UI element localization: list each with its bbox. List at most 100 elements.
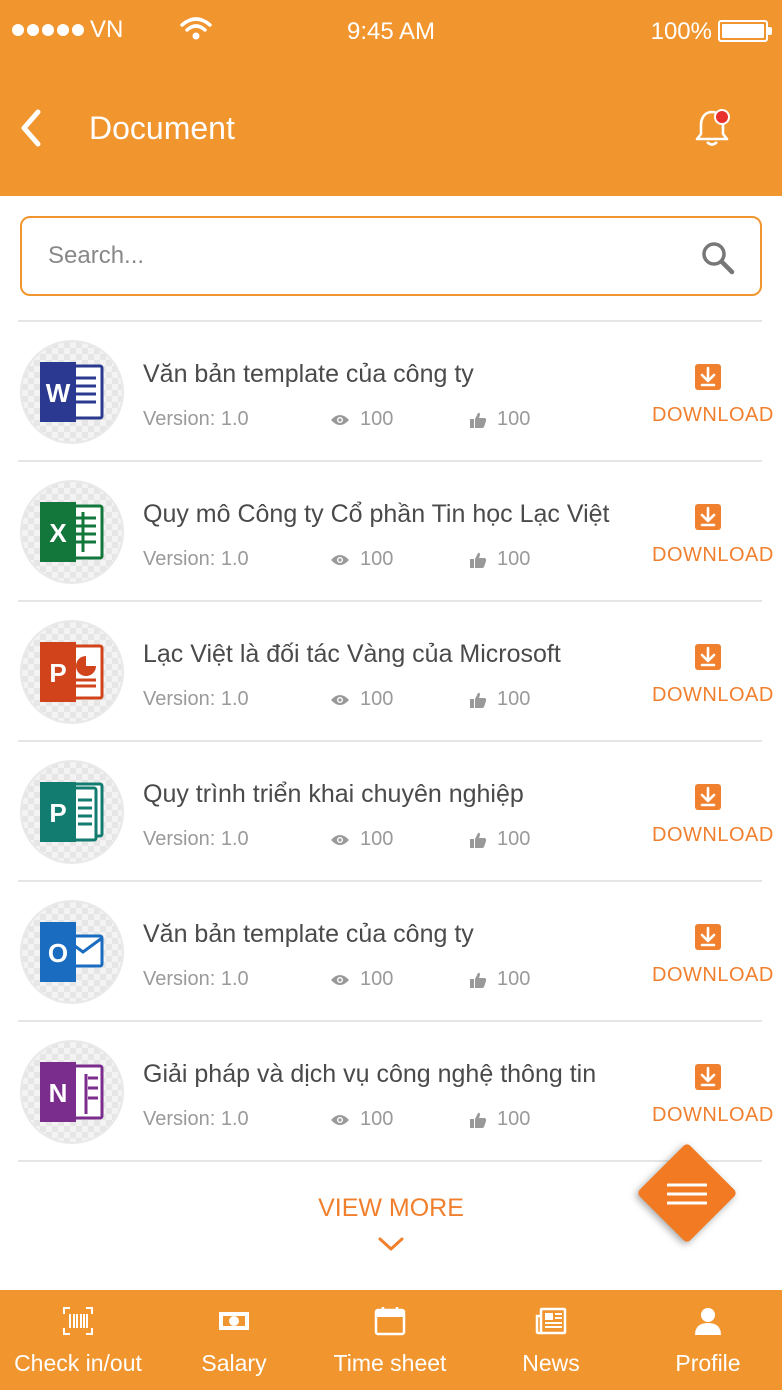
outlook-icon: O bbox=[40, 922, 104, 982]
document-title[interactable]: Văn bản template của công ty bbox=[143, 360, 474, 389]
svg-text:P: P bbox=[49, 658, 66, 688]
like-count-value: 100 bbox=[497, 828, 531, 850]
like-count-value: 100 bbox=[497, 408, 531, 430]
document-version: Version: 1.0 bbox=[143, 828, 249, 850]
download-button[interactable]: DOWNLOAD bbox=[648, 364, 773, 434]
document-thumbnail: P bbox=[20, 620, 124, 724]
calendar-icon bbox=[374, 1307, 406, 1336]
thumbs-up-icon bbox=[470, 972, 487, 988]
list-item[interactable]: N Giải pháp và dịch vụ công nghệ thông t… bbox=[18, 1022, 773, 1162]
search-icon[interactable] bbox=[700, 240, 736, 276]
newspaper-icon bbox=[535, 1307, 567, 1335]
like-count: 100 bbox=[469, 968, 530, 991]
onenote-icon: N bbox=[40, 1062, 104, 1122]
battery-icon bbox=[718, 20, 772, 42]
like-count: 100 bbox=[469, 688, 530, 711]
view-more-label: VIEW MORE bbox=[318, 1194, 464, 1222]
chevron-down-icon bbox=[378, 1237, 404, 1251]
view-count-value: 100 bbox=[360, 968, 394, 990]
eye-icon bbox=[331, 414, 349, 425]
document-version: Version: 1.0 bbox=[143, 968, 249, 990]
like-count-value: 100 bbox=[497, 548, 531, 570]
tab-profile[interactable]: Profile bbox=[634, 1290, 782, 1390]
view-count-value: 100 bbox=[360, 548, 394, 570]
eye-icon bbox=[331, 974, 349, 985]
notification-bell-icon[interactable] bbox=[692, 106, 736, 150]
publisher-icon: P bbox=[40, 782, 104, 842]
tab-salary[interactable]: Salary bbox=[156, 1290, 312, 1390]
list-item[interactable]: W Văn bản template của công ty Version: … bbox=[18, 322, 773, 462]
document-version: Version: 1.0 bbox=[143, 1108, 249, 1130]
download-label: DOWNLOAD bbox=[652, 824, 774, 846]
download-label: DOWNLOAD bbox=[652, 404, 774, 426]
back-button[interactable] bbox=[14, 108, 54, 148]
svg-text:O: O bbox=[48, 938, 68, 968]
tab-time-sheet[interactable]: Time sheet bbox=[312, 1290, 468, 1390]
search-input[interactable] bbox=[48, 232, 688, 280]
document-thumbnail: N bbox=[20, 1040, 124, 1144]
download-label: DOWNLOAD bbox=[652, 544, 774, 566]
view-count-value: 100 bbox=[360, 1108, 394, 1130]
download-icon bbox=[695, 644, 721, 670]
view-count: 100 bbox=[330, 1108, 393, 1131]
thumbs-up-icon bbox=[470, 832, 487, 848]
status-bar: VN 9:45 AM 100% bbox=[0, 0, 782, 64]
download-button[interactable]: DOWNLOAD bbox=[648, 784, 773, 854]
barcode-icon bbox=[63, 1307, 93, 1335]
eye-icon bbox=[331, 694, 349, 705]
like-count-value: 100 bbox=[497, 968, 531, 990]
view-count: 100 bbox=[330, 828, 393, 851]
list-item[interactable]: X Quy mô Công ty Cổ phần Tin học Lạc Việ… bbox=[18, 462, 773, 602]
thumbs-up-icon bbox=[470, 1112, 487, 1128]
download-icon bbox=[695, 924, 721, 950]
powerpoint-icon: P bbox=[40, 642, 104, 702]
list-item[interactable]: P Lạc Việt là đối tác Vàng của Microsoft… bbox=[18, 602, 773, 742]
notification-dot bbox=[714, 109, 730, 125]
document-title[interactable]: Quy mô Công ty Cổ phần Tin học Lạc Việt bbox=[143, 500, 609, 529]
document-title[interactable]: Giải pháp và dịch vụ công nghệ thông tin bbox=[143, 1060, 596, 1089]
like-count: 100 bbox=[469, 408, 530, 431]
download-button[interactable]: DOWNLOAD bbox=[648, 504, 773, 574]
hamburger-menu-icon bbox=[667, 1183, 707, 1205]
download-button[interactable]: DOWNLOAD bbox=[648, 644, 773, 714]
download-button[interactable]: DOWNLOAD bbox=[648, 924, 773, 994]
list-item[interactable]: P Quy trình triển khai chuyên nghiệp Ver… bbox=[18, 742, 773, 882]
tab-label: Check in/out bbox=[14, 1350, 142, 1376]
word-icon: W bbox=[40, 362, 104, 422]
download-icon bbox=[695, 504, 721, 530]
document-title[interactable]: Văn bản template của công ty bbox=[143, 920, 474, 949]
view-count: 100 bbox=[330, 548, 393, 571]
thumbs-up-icon bbox=[470, 552, 487, 568]
like-count-value: 100 bbox=[497, 1108, 531, 1130]
document-title[interactable]: Lạc Việt là đối tác Vàng của Microsoft bbox=[143, 640, 561, 669]
download-label: DOWNLOAD bbox=[652, 684, 774, 706]
tab-label: Salary bbox=[201, 1350, 267, 1376]
tab-news[interactable]: News bbox=[468, 1290, 634, 1390]
download-button[interactable]: DOWNLOAD bbox=[648, 1064, 773, 1134]
view-more-button[interactable]: VIEW MORE bbox=[300, 1194, 482, 1260]
list-item[interactable]: O Văn bản template của công ty Version: … bbox=[18, 882, 773, 1022]
document-version: Version: 1.0 bbox=[143, 688, 249, 710]
like-count: 100 bbox=[469, 1108, 530, 1131]
search-box bbox=[20, 216, 762, 296]
download-icon bbox=[695, 784, 721, 810]
download-icon bbox=[695, 1064, 721, 1090]
view-count-value: 100 bbox=[360, 688, 394, 710]
thumbs-up-icon bbox=[470, 412, 487, 428]
svg-text:X: X bbox=[49, 518, 67, 548]
app-header: VN 9:45 AM 100% Document bbox=[0, 0, 782, 196]
like-count: 100 bbox=[469, 828, 530, 851]
document-title[interactable]: Quy trình triển khai chuyên nghiệp bbox=[143, 780, 524, 809]
view-count: 100 bbox=[330, 688, 393, 711]
tab-label: News bbox=[522, 1350, 580, 1376]
svg-text:P: P bbox=[49, 798, 66, 828]
eye-icon bbox=[331, 1114, 349, 1125]
document-thumbnail: P bbox=[20, 760, 124, 864]
document-thumbnail: X bbox=[20, 480, 124, 584]
person-icon bbox=[695, 1308, 721, 1335]
money-icon bbox=[219, 1312, 249, 1330]
tab-check-in-out[interactable]: Check in/out bbox=[0, 1290, 156, 1390]
floating-menu-button[interactable] bbox=[636, 1142, 738, 1244]
tab-label: Profile bbox=[675, 1350, 741, 1376]
excel-icon: X bbox=[40, 502, 104, 562]
